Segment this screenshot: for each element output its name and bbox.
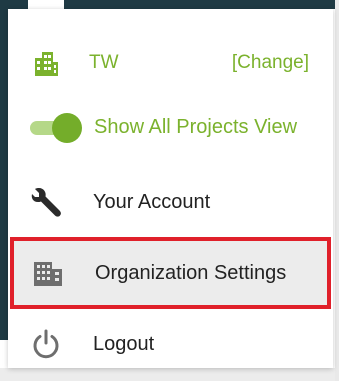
power-icon: [26, 324, 66, 364]
app-screen: TW [Change] Show All Projects View Your …: [0, 0, 339, 381]
background-scrollbar: [335, 0, 339, 381]
organization-settings-label: Organization Settings: [95, 261, 287, 284]
menu-item-your-account[interactable]: Your Account: [8, 173, 333, 231]
background-sidebar: [0, 0, 8, 340]
background-header-icon: [28, 0, 64, 9]
user-dropdown-menu: TW [Change] Show All Projects View Your …: [8, 9, 333, 368]
office-building-icon: [28, 253, 68, 293]
your-account-label: Your Account: [93, 190, 211, 213]
show-all-projects-row[interactable]: Show All Projects View: [8, 99, 333, 155]
show-all-projects-toggle[interactable]: [30, 112, 82, 143]
wrench-icon: [26, 182, 66, 222]
building-icon: [26, 43, 66, 83]
toggle-knob: [52, 113, 82, 143]
organization-name: TW: [89, 52, 119, 73]
menu-item-logout[interactable]: Logout: [8, 316, 333, 372]
menu-item-organization-settings[interactable]: Organization Settings: [10, 237, 331, 309]
organization-row: TW [Change]: [8, 35, 333, 91]
change-organization-link[interactable]: [Change]: [232, 52, 309, 74]
logout-label: Logout: [93, 332, 155, 355]
show-all-projects-label: Show All Projects View: [94, 115, 298, 138]
